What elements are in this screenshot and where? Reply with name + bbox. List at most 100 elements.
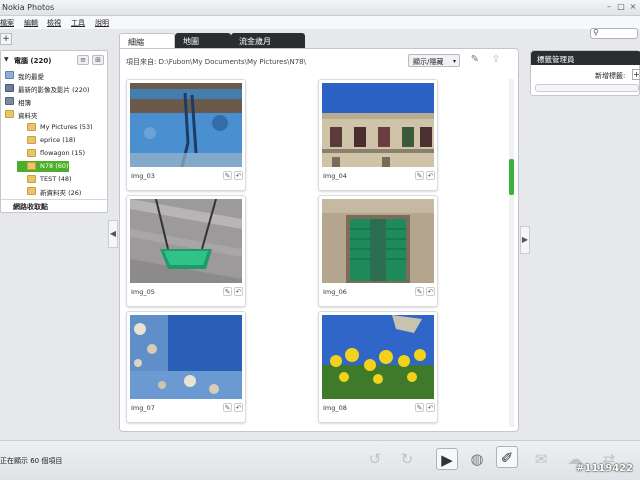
wand-icon[interactable]: ✎ — [468, 54, 482, 66]
photo-card[interactable]: Img_04 ✎ ↶ — [318, 79, 438, 191]
photo-card[interactable]: Img_05 ✎ ↶ — [126, 195, 246, 307]
edit-icon[interactable]: ✎ — [415, 287, 424, 296]
album-icon — [5, 97, 14, 105]
tag-manager-panel: 標籤管理員 新增標籤: + — [530, 50, 640, 96]
new-tag-label: 新增標籤: — [595, 72, 626, 80]
show-hide-dropdown[interactable]: 顯示/隱藏 ▾ — [408, 54, 460, 67]
photo-thumbnail[interactable] — [322, 83, 434, 167]
tab-timeline[interactable]: 流金歲月 — [231, 33, 305, 48]
photo-thumbnail[interactable] — [322, 315, 434, 399]
scrollbar-thumb[interactable] — [509, 159, 514, 195]
status-text: 正在顯示 60 個項目 — [0, 457, 63, 465]
menu-edit[interactable]: 編輯 — [24, 18, 38, 28]
sidebar-item-label: eprice (18) — [40, 136, 76, 144]
sidebar-item-label: 我的最愛 — [18, 73, 44, 81]
photo-thumbnail[interactable] — [130, 83, 242, 167]
photo-card[interactable]: Img_07 ✎ ↶ — [126, 311, 246, 423]
sidebar: ▼ 電腦 (220) ≡ ⊞ 我的最愛 最新的影像及影片 (220) 相簿 資料… — [0, 50, 108, 213]
thumbnail-grid: Img_03 ✎ ↶ Img_04 ✎ ↶ Img_05 ✎ ↶ Img_06 … — [120, 75, 510, 431]
sidebar-item-label: 新資料夾 (26) — [40, 189, 82, 197]
upload-icon[interactable]: ⇪ — [489, 54, 503, 66]
globe-icon[interactable]: ◍ — [466, 448, 488, 470]
menu-view[interactable]: 檢視 — [47, 18, 61, 28]
rotate-icon[interactable]: ↶ — [234, 403, 243, 412]
rotate-left-icon[interactable]: ↺ — [364, 448, 386, 470]
photo-caption: Img_05 — [131, 288, 155, 296]
rotate-icon[interactable]: ↶ — [234, 171, 243, 180]
sidebar-item-albums[interactable]: 相簿 — [5, 96, 105, 107]
tab-map[interactable]: 地圖 — [175, 33, 231, 48]
menu-file[interactable]: 檔案 — [0, 18, 14, 28]
folder-icon — [27, 149, 36, 157]
computer-root-label: 電腦 (220) — [14, 57, 52, 65]
sidebar-item-my-pictures[interactable]: My Pictures (53) — [27, 122, 105, 133]
search-input[interactable]: ⚲ — [590, 28, 638, 39]
edit-icon[interactable]: ✎ — [223, 403, 232, 412]
folder-icon — [27, 123, 36, 131]
maximize-button[interactable]: □ — [616, 2, 626, 12]
photo-card[interactable]: Img_06 ✎ ↶ — [318, 195, 438, 307]
sidebar-item-folders[interactable]: 資料夾 — [5, 109, 105, 120]
slideshow-icon[interactable]: ▶ — [436, 448, 458, 470]
rotate-icon[interactable]: ↶ — [426, 171, 435, 180]
recent-icon — [5, 84, 14, 92]
collapse-left-pane-button[interactable]: ◀ — [108, 220, 118, 248]
sidebar-item-n78[interactable]: N78 (60) — [17, 161, 69, 172]
photo-thumbnail[interactable] — [322, 199, 434, 283]
new-tag-field[interactable] — [535, 84, 639, 92]
photo-thumbnail[interactable] — [130, 199, 242, 283]
rotate-right-icon[interactable]: ↻ — [396, 448, 418, 470]
photo-caption: Img_07 — [131, 404, 155, 412]
sidebar-item-network[interactable]: 網路收取點 — [13, 202, 48, 212]
add-source-button[interactable]: + — [0, 33, 12, 45]
sidebar-item-favorites[interactable]: 我的最愛 — [5, 70, 105, 81]
edit-icon[interactable]: ✎ — [223, 171, 232, 180]
path-label: 項目來自: D:\Fubon\My Documents\My Pictures\… — [126, 58, 306, 66]
rotate-icon[interactable]: ↶ — [234, 287, 243, 296]
sidebar-item-label: TEST (48) — [40, 175, 72, 183]
minimize-button[interactable]: – — [604, 2, 614, 12]
rotate-icon[interactable]: ↶ — [426, 403, 435, 412]
app-title: Nokia Photos — [2, 3, 55, 12]
watermark: #1119422 — [576, 463, 634, 474]
photo-caption: Img_03 — [131, 172, 155, 180]
close-button[interactable]: × — [628, 2, 638, 12]
photo-card[interactable]: Img_08 ✎ ↶ — [318, 311, 438, 423]
show-hide-label: 顯示/隱藏 — [413, 58, 444, 66]
add-tag-button[interactable]: + — [632, 69, 640, 80]
expand-triangle-icon[interactable]: ▼ — [4, 56, 9, 63]
grid-view-button[interactable]: ⊞ — [92, 55, 104, 65]
photo-caption: Img_06 — [323, 288, 347, 296]
thumbnail-panel: 項目來自: D:\Fubon\My Documents\My Pictures\… — [119, 48, 519, 432]
photo-card[interactable]: Img_03 ✎ ↶ — [126, 79, 246, 191]
list-view-button[interactable]: ≡ — [77, 55, 89, 65]
computer-root[interactable]: ▼ 電腦 (220) ≡ ⊞ — [4, 55, 106, 66]
sidebar-item-new-folder[interactable]: 新資料夾 (26) — [27, 186, 105, 197]
sidebar-item-eprice[interactable]: eprice (18) — [27, 135, 105, 146]
email-icon[interactable]: ✉ — [530, 448, 552, 470]
sidebar-item-label: flowagon (15) — [40, 149, 86, 157]
tag-manager-title: 標籤管理員 — [531, 51, 640, 65]
folder-icon — [27, 187, 36, 195]
sidebar-item-test[interactable]: TEST (48) — [27, 174, 105, 185]
rotate-icon[interactable]: ↶ — [426, 287, 435, 296]
tab-thumbnails[interactable]: 細縮 — [119, 33, 175, 48]
chevron-down-icon: ▾ — [452, 58, 456, 65]
sidebar-item-recent[interactable]: 最新的影像及影片 (220) — [5, 83, 105, 94]
favorites-icon — [5, 71, 14, 79]
folder-icon — [5, 110, 14, 118]
photo-thumbnail[interactable] — [130, 315, 242, 399]
folder-icon — [27, 162, 36, 170]
edit-icon[interactable]: ✎ — [223, 287, 232, 296]
menu-tools[interactable]: 工具 — [71, 18, 85, 28]
sidebar-item-label: 相簿 — [18, 99, 31, 107]
edit-icon[interactable]: ✎ — [415, 171, 424, 180]
tag-icon[interactable]: ✐ — [496, 446, 518, 468]
sidebar-item-flowagon[interactable]: flowagon (15) — [27, 148, 105, 159]
scrollbar-track[interactable] — [509, 79, 514, 427]
menu-help[interactable]: 說明 — [95, 18, 109, 28]
expand-right-pane-button[interactable]: ▶ — [520, 226, 530, 254]
edit-icon[interactable]: ✎ — [415, 403, 424, 412]
sidebar-item-label: My Pictures (53) — [40, 123, 93, 131]
search-icon: ⚲ — [593, 28, 599, 37]
